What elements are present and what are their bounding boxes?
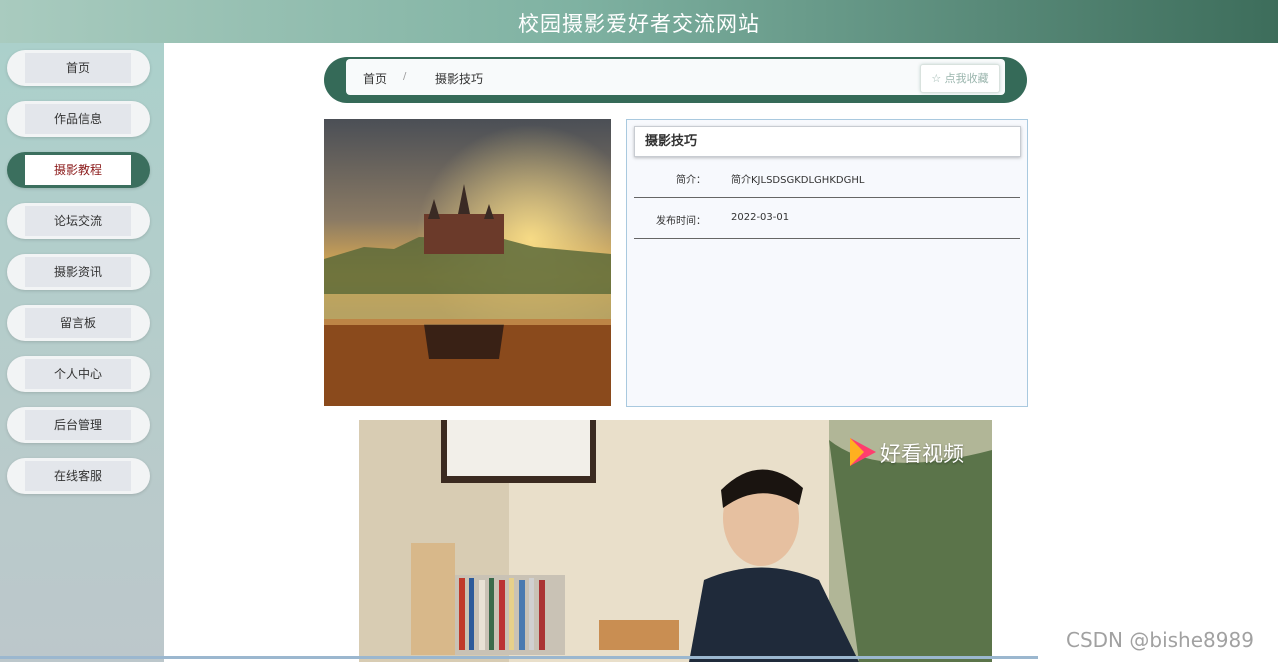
publish-date-label: 发布时间：: [656, 216, 706, 227]
sidebar-item-label: 摄影资讯: [25, 257, 131, 287]
cover-photo: [324, 119, 611, 406]
breadcrumb-current: 摄影技巧: [435, 72, 484, 86]
intro-value: 简介KJLSDSGKDLGHKDGHL: [731, 175, 865, 186]
breadcrumb: 首页 / 摄影技巧 ☆ 点我收藏: [324, 57, 1027, 103]
intro-row: 简介： 简介KJLSDSGKDLGHKDGHL: [634, 157, 1020, 198]
sidebar-item-profile[interactable]: 个人中心: [7, 356, 150, 392]
publish-date-row: 发布时间： 2022-03-01: [634, 198, 1020, 239]
sidebar-nav: 首页 作品信息 摄影教程 论坛交流 摄影资讯 留言板 个人中心 后台管理 在线客…: [0, 43, 164, 662]
sidebar-item-home[interactable]: 首页: [7, 50, 150, 86]
sidebar-item-label: 留言板: [25, 308, 131, 338]
sidebar-item-label: 首页: [25, 53, 131, 83]
sidebar-item-support[interactable]: 在线客服: [7, 458, 150, 494]
publish-date-value: 2022-03-01: [731, 212, 790, 223]
site-title: 校园摄影爱好者交流网站: [518, 12, 760, 36]
sidebar-item-label: 摄影教程: [25, 155, 131, 185]
sidebar-item-admin[interactable]: 后台管理: [7, 407, 150, 443]
intro-label: 简介：: [676, 175, 706, 186]
breadcrumb-inner: 首页 / 摄影技巧 ☆ 点我收藏: [346, 59, 1005, 95]
site-header: 校园摄影爱好者交流网站: [0, 0, 1278, 43]
sidebar-item-works[interactable]: 作品信息: [7, 101, 150, 137]
sidebar-item-label: 个人中心: [25, 359, 131, 389]
sidebar-item-label: 作品信息: [25, 104, 131, 134]
sidebar-item-messages[interactable]: 留言板: [7, 305, 150, 341]
sidebar-item-forum[interactable]: 论坛交流: [7, 203, 150, 239]
haokan-logo-icon: [850, 438, 876, 466]
favorite-button[interactable]: ☆ 点我收藏: [920, 64, 1000, 93]
tutorial-info-panel: 摄影技巧 简介： 简介KJLSDSGKDLGHKDGHL 发布时间： 2022-…: [626, 119, 1028, 407]
watermark: CSDN @bishe8989: [1066, 628, 1254, 652]
sidebar-item-tutorials[interactable]: 摄影教程: [7, 152, 150, 188]
tutorial-title: 摄影技巧: [634, 126, 1021, 157]
bottom-scroll-line: [0, 656, 1038, 659]
breadcrumb-home-link[interactable]: 首页: [363, 70, 387, 87]
sidebar-item-label: 论坛交流: [25, 206, 131, 236]
sidebar-item-label: 后台管理: [25, 410, 131, 440]
video-brand: 好看视频: [880, 442, 964, 466]
breadcrumb-separator: /: [403, 71, 407, 82]
castle-landscape-image: [324, 119, 611, 406]
sidebar-item-news[interactable]: 摄影资讯: [7, 254, 150, 290]
sidebar-item-label: 在线客服: [25, 461, 131, 491]
